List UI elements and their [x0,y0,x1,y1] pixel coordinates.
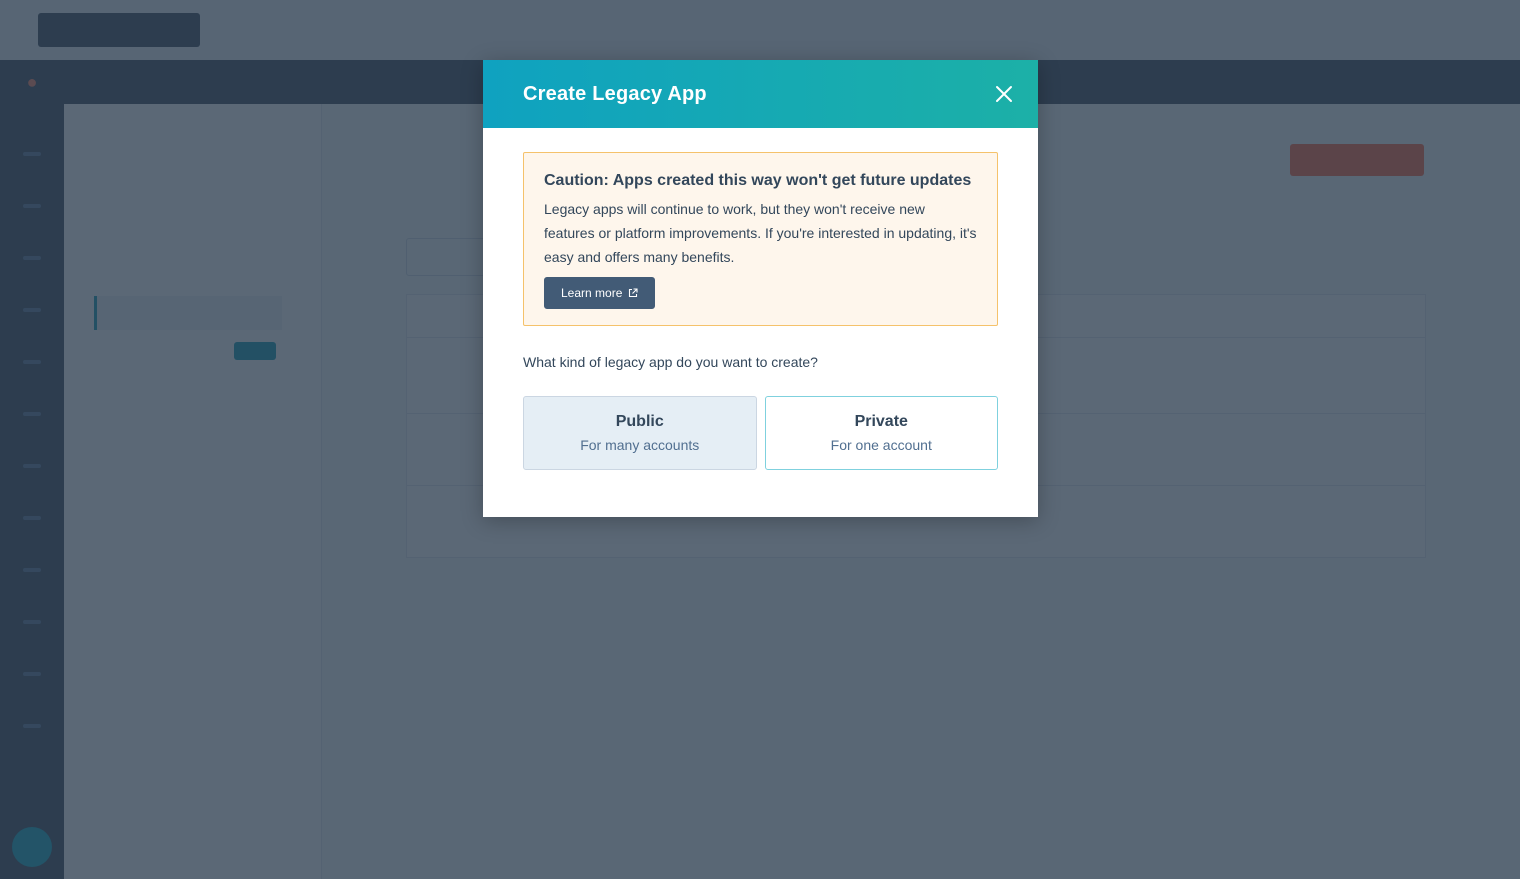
external-link-icon [628,288,638,298]
app-type-choices: Public For many accounts Private For one… [523,396,998,470]
public-option-title: Public [615,413,664,430]
modal-title: Create Legacy App [523,82,707,105]
caution-title: Caution: Apps created this way won't get… [544,172,972,189]
create-legacy-app-modal: Create Legacy App Caution: Apps created … [483,60,1038,517]
learn-more-label: Learn more [561,286,623,300]
learn-more-button[interactable]: Learn more [544,277,656,309]
close-icon[interactable] [994,84,1014,104]
private-option[interactable]: Private For one account [764,396,998,470]
modal-body: Caution: Apps created this way won't get… [483,128,1038,470]
private-option-subtitle: For one account [830,437,932,453]
modal-header: Create Legacy App [483,60,1038,128]
app-type-question: What kind of legacy app do you want to c… [523,354,818,370]
caution-text: Legacy apps will continue to work, but t… [544,201,977,265]
public-option[interactable]: Public For many accounts [523,396,757,470]
private-option-title: Private [854,413,908,430]
caution-alert: Caution: Apps created this way won't get… [523,152,998,326]
public-option-subtitle: For many accounts [580,437,700,453]
